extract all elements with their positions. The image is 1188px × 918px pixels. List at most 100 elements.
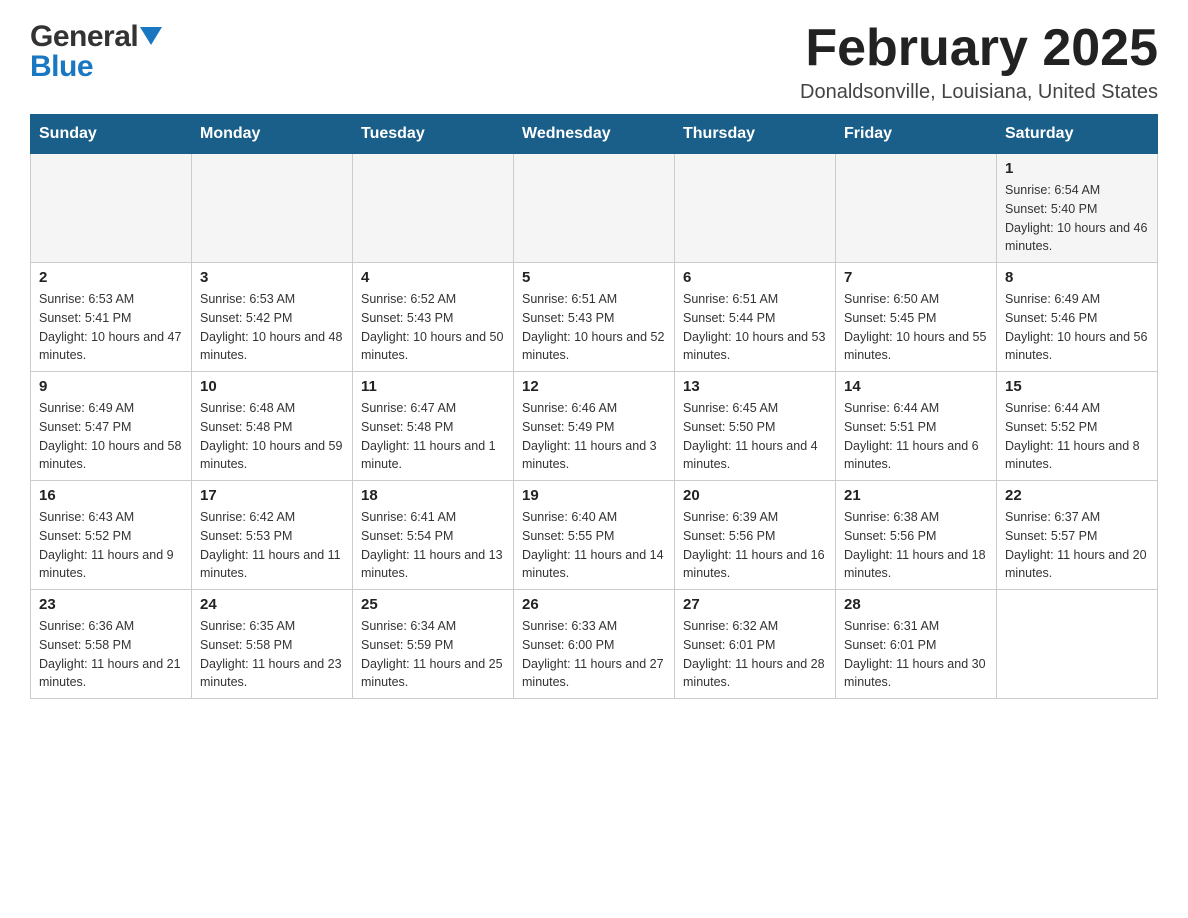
day-info: Sunrise: 6:45 AM Sunset: 5:50 PM Dayligh… (683, 399, 827, 474)
calendar-cell: 1Sunrise: 6:54 AM Sunset: 5:40 PM Daylig… (997, 154, 1158, 263)
day-info: Sunrise: 6:47 AM Sunset: 5:48 PM Dayligh… (361, 399, 505, 474)
calendar-week-1: 1Sunrise: 6:54 AM Sunset: 5:40 PM Daylig… (31, 154, 1158, 263)
day-info: Sunrise: 6:38 AM Sunset: 5:56 PM Dayligh… (844, 508, 988, 583)
calendar-cell (514, 154, 675, 263)
day-info: Sunrise: 6:50 AM Sunset: 5:45 PM Dayligh… (844, 290, 988, 365)
calendar-cell (836, 154, 997, 263)
logo-name: General Blue (30, 20, 162, 84)
location-subtitle: Donaldsonville, Louisiana, United States (800, 81, 1158, 104)
day-number: 10 (200, 378, 344, 395)
day-info: Sunrise: 6:39 AM Sunset: 5:56 PM Dayligh… (683, 508, 827, 583)
day-info: Sunrise: 6:40 AM Sunset: 5:55 PM Dayligh… (522, 508, 666, 583)
day-info: Sunrise: 6:42 AM Sunset: 5:53 PM Dayligh… (200, 508, 344, 583)
calendar-cell: 14 Sunrise: 6:44 AM Sunset: 5:51 PM Dayli… (836, 372, 997, 481)
logo-triangle-icon (140, 27, 162, 49)
calendar-cell: 2 Sunrise: 6:53 AM Sunset: 5:41 PM Daylig… (31, 263, 192, 372)
calendar-cell: 22 Sunrise: 6:37 AM Sunset: 5:57 PM Dayli… (997, 481, 1158, 590)
day-info: Sunrise: 6:51 AM Sunset: 5:44 PM Dayligh… (683, 290, 827, 365)
day-number: 21 (844, 487, 988, 504)
weekday-header-tuesday: Tuesday (353, 115, 514, 154)
calendar-cell: 27 Sunrise: 6:32 AM Sunset: 6:01 PM Dayli… (675, 590, 836, 699)
weekday-header-wednesday: Wednesday (514, 115, 675, 154)
day-number: 5 (522, 269, 666, 286)
logo-blue-text: Blue (30, 50, 162, 84)
day-info: Sunrise: 6:44 AM Sunset: 5:52 PM Dayligh… (1005, 399, 1149, 474)
calendar-cell: 25Sunrise: 6:34 AM Sunset: 5:59 PM Dayli… (353, 590, 514, 699)
day-number: 3 (200, 269, 344, 286)
day-number: 6 (683, 269, 827, 286)
day-number: 14 (844, 378, 988, 395)
day-number: 22 (1005, 487, 1149, 504)
day-number: 19 (522, 487, 666, 504)
day-info: Sunrise: 6:44 AM Sunset: 5:51 PM Dayligh… (844, 399, 988, 474)
calendar-cell: 10 Sunrise: 6:48 AM Sunset: 5:48 PM Dayli… (192, 372, 353, 481)
logo-general-text: General (30, 20, 138, 54)
calendar-cell: 21 Sunrise: 6:38 AM Sunset: 5:56 PM Dayli… (836, 481, 997, 590)
day-info: Sunrise: 6:52 AM Sunset: 5:43 PM Dayligh… (361, 290, 505, 365)
day-number: 7 (844, 269, 988, 286)
calendar-body: 1Sunrise: 6:54 AM Sunset: 5:40 PM Daylig… (31, 154, 1158, 699)
calendar-cell: 18 Sunrise: 6:41 AM Sunset: 5:54 PM Dayli… (353, 481, 514, 590)
day-info: Sunrise: 6:48 AM Sunset: 5:48 PM Dayligh… (200, 399, 344, 474)
day-number: 28 (844, 596, 988, 613)
calendar-cell: 4Sunrise: 6:52 AM Sunset: 5:43 PM Daylig… (353, 263, 514, 372)
weekday-header-sunday: Sunday (31, 115, 192, 154)
page-title: February 2025 (800, 20, 1158, 77)
calendar-cell: 24 Sunrise: 6:35 AM Sunset: 5:58 PM Dayli… (192, 590, 353, 699)
day-number: 20 (683, 487, 827, 504)
calendar-cell (675, 154, 836, 263)
day-number: 25 (361, 596, 505, 613)
day-info: Sunrise: 6:49 AM Sunset: 5:47 PM Dayligh… (39, 399, 183, 474)
day-info: Sunrise: 6:35 AM Sunset: 5:58 PM Dayligh… (200, 617, 344, 692)
calendar-cell: 15 Sunrise: 6:44 AM Sunset: 5:52 PM Dayli… (997, 372, 1158, 481)
calendar-week-3: 9 Sunrise: 6:49 AM Sunset: 5:47 PM Daylig… (31, 372, 1158, 481)
day-number: 9 (39, 378, 183, 395)
day-info: Sunrise: 6:53 AM Sunset: 5:42 PM Dayligh… (200, 290, 344, 365)
day-info: Sunrise: 6:32 AM Sunset: 6:01 PM Dayligh… (683, 617, 827, 692)
day-info: Sunrise: 6:36 AM Sunset: 5:58 PM Dayligh… (39, 617, 183, 692)
day-number: 18 (361, 487, 505, 504)
day-number: 26 (522, 596, 666, 613)
day-number: 24 (200, 596, 344, 613)
day-info: Sunrise: 6:37 AM Sunset: 5:57 PM Dayligh… (1005, 508, 1149, 583)
calendar-cell: 20 Sunrise: 6:39 AM Sunset: 5:56 PM Dayli… (675, 481, 836, 590)
calendar-week-5: 23 Sunrise: 6:36 AM Sunset: 5:58 PM Dayli… (31, 590, 1158, 699)
calendar-cell: 19 Sunrise: 6:40 AM Sunset: 5:55 PM Dayli… (514, 481, 675, 590)
calendar-cell: 23 Sunrise: 6:36 AM Sunset: 5:58 PM Dayli… (31, 590, 192, 699)
calendar-cell: 9 Sunrise: 6:49 AM Sunset: 5:47 PM Daylig… (31, 372, 192, 481)
day-number: 23 (39, 596, 183, 613)
day-number: 27 (683, 596, 827, 613)
day-number: 8 (1005, 269, 1149, 286)
title-block: February 2025 Donaldsonville, Louisiana,… (800, 20, 1158, 104)
calendar-table: SundayMondayTuesdayWednesdayThursdayFrid… (30, 114, 1158, 699)
day-number: 17 (200, 487, 344, 504)
calendar-cell: 17 Sunrise: 6:42 AM Sunset: 5:53 PM Dayli… (192, 481, 353, 590)
day-number: 15 (1005, 378, 1149, 395)
logo-general-line: General (30, 20, 162, 54)
day-number: 2 (39, 269, 183, 286)
header-row: SundayMondayTuesdayWednesdayThursdayFrid… (31, 115, 1158, 154)
day-info: Sunrise: 6:53 AM Sunset: 5:41 PM Dayligh… (39, 290, 183, 365)
day-info: Sunrise: 6:41 AM Sunset: 5:54 PM Dayligh… (361, 508, 505, 583)
weekday-header-thursday: Thursday (675, 115, 836, 154)
day-info: Sunrise: 6:46 AM Sunset: 5:49 PM Dayligh… (522, 399, 666, 474)
calendar-cell (997, 590, 1158, 699)
calendar-cell: 26Sunrise: 6:33 AM Sunset: 6:00 PM Dayli… (514, 590, 675, 699)
calendar-cell: 7 Sunrise: 6:50 AM Sunset: 5:45 PM Daylig… (836, 263, 997, 372)
day-info: Sunrise: 6:51 AM Sunset: 5:43 PM Dayligh… (522, 290, 666, 365)
calendar-cell: 8 Sunrise: 6:49 AM Sunset: 5:46 PM Daylig… (997, 263, 1158, 372)
calendar-cell: 6 Sunrise: 6:51 AM Sunset: 5:44 PM Daylig… (675, 263, 836, 372)
calendar-cell: 28 Sunrise: 6:31 AM Sunset: 6:01 PM Dayli… (836, 590, 997, 699)
calendar-cell: 12 Sunrise: 6:46 AM Sunset: 5:49 PM Dayli… (514, 372, 675, 481)
day-info: Sunrise: 6:54 AM Sunset: 5:40 PM Dayligh… (1005, 181, 1149, 256)
day-number: 11 (361, 378, 505, 395)
day-info: Sunrise: 6:49 AM Sunset: 5:46 PM Dayligh… (1005, 290, 1149, 365)
day-number: 12 (522, 378, 666, 395)
weekday-header-monday: Monday (192, 115, 353, 154)
calendar-cell: 11 Sunrise: 6:47 AM Sunset: 5:48 PM Dayli… (353, 372, 514, 481)
calendar-cell: 3 Sunrise: 6:53 AM Sunset: 5:42 PM Daylig… (192, 263, 353, 372)
day-number: 16 (39, 487, 183, 504)
calendar-cell: 13Sunrise: 6:45 AM Sunset: 5:50 PM Dayli… (675, 372, 836, 481)
logo: General Blue (30, 20, 162, 84)
day-info: Sunrise: 6:31 AM Sunset: 6:01 PM Dayligh… (844, 617, 988, 692)
